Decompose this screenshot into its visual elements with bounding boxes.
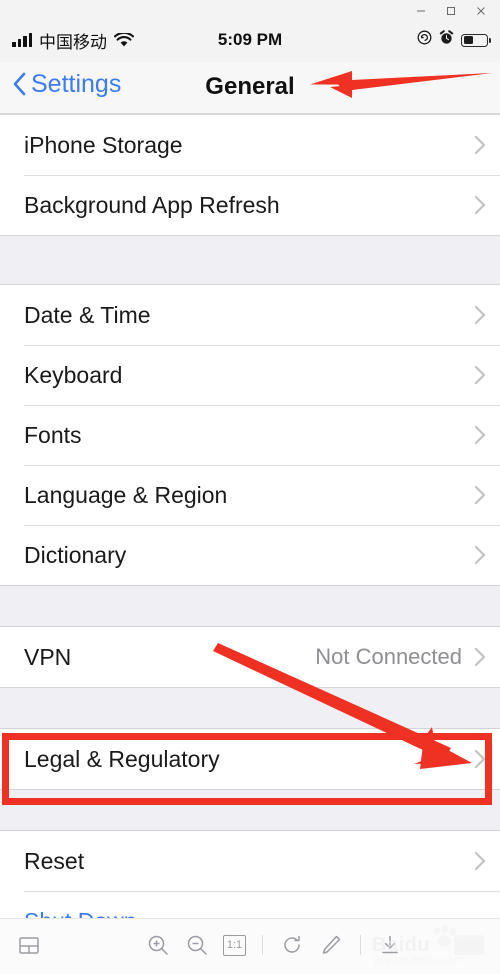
vpn-status-value: Not Connected — [315, 644, 462, 669]
list-item-label: Dictionary — [24, 541, 127, 568]
viewer-toolbar: 1:1 Baidu 经验 jingyan.baidu.com — [0, 918, 500, 974]
watermark-badge: 经验 — [454, 935, 484, 955]
chevron-right-icon — [474, 647, 486, 667]
list-item-date-time[interactable]: Date & Time — [0, 285, 500, 345]
chevron-right-icon — [474, 195, 486, 215]
zoom-in-icon[interactable] — [145, 932, 171, 958]
list-item-label: Fonts — [24, 421, 82, 448]
watermark-brand: Baidu — [372, 934, 431, 956]
list-item-label: Reset — [24, 847, 85, 874]
screen-layout-icon[interactable] — [16, 933, 42, 959]
list-item-vpn[interactable]: VPN Not Connected — [0, 627, 500, 687]
list-item-label: Background App Refresh — [24, 191, 280, 218]
battery-icon — [461, 33, 491, 47]
toolbar-divider — [262, 935, 263, 955]
rotation-lock-icon — [417, 30, 432, 50]
list-item-reset[interactable]: Reset — [0, 831, 500, 891]
chevron-right-icon — [474, 425, 486, 445]
list-item-label: Date & Time — [24, 301, 151, 328]
list-item-label: VPN — [24, 643, 72, 670]
list-item-keyboard[interactable]: Keyboard — [0, 345, 500, 405]
list-item-label: Legal & Regulatory — [24, 745, 220, 772]
chevron-right-icon — [474, 365, 486, 385]
list-item-language-region[interactable]: Language & Region — [0, 465, 500, 525]
list-item-iphone-storage[interactable]: iPhone Storage — [0, 115, 500, 175]
phone-viewport: 中国移动 5:09 PM Settings General iPhone Sto… — [0, 18, 500, 918]
page-title: General — [205, 73, 295, 100]
list-item-label: Language & Region — [24, 481, 228, 508]
zoom-out-icon[interactable] — [184, 932, 210, 958]
toolbar-buttons: 1:1 — [145, 932, 403, 958]
screenshot-root: 中国移动 5:09 PM Settings General iPhone Sto… — [0, 0, 500, 974]
chevron-right-icon — [474, 545, 486, 565]
rotate-icon[interactable] — [279, 932, 305, 958]
list-item-background-app-refresh[interactable]: Background App Refresh — [0, 175, 500, 235]
chevron-right-icon — [474, 305, 486, 325]
navigation-bar: Settings General — [0, 62, 500, 114]
settings-list[interactable]: iPhone Storage Background App Refresh Da… — [0, 114, 500, 918]
list-item-dictionary[interactable]: Dictionary — [0, 525, 500, 585]
settings-group-vpn: VPN Not Connected — [0, 626, 500, 688]
section-gap — [0, 688, 500, 728]
alarm-clock-icon — [439, 30, 454, 50]
list-item-legal-regulatory[interactable]: Legal & Regulatory — [0, 729, 500, 789]
list-item-label: iPhone Storage — [24, 131, 183, 158]
settings-group-storage: iPhone Storage Background App Refresh — [0, 114, 500, 236]
settings-group-reset: Reset Shut Down — [0, 830, 500, 918]
list-item-shut-down[interactable]: Shut Down — [0, 891, 500, 918]
list-item-fonts[interactable]: Fonts — [0, 405, 500, 465]
settings-group-localization: Date & Time Keyboard Fonts Language & Re… — [0, 284, 500, 586]
chevron-right-icon — [474, 135, 486, 155]
pencil-edit-icon[interactable] — [318, 932, 344, 958]
list-item-label: Keyboard — [24, 361, 123, 388]
chevron-right-icon — [474, 749, 486, 769]
actual-size-button[interactable]: 1:1 — [223, 934, 246, 956]
list-item-label: Shut Down — [24, 908, 486, 919]
baidu-watermark: Baidu 经验 jingyan.baidu.com — [366, 922, 492, 970]
status-bar-right — [417, 30, 491, 50]
watermark-url: jingyan.baidu.com — [374, 955, 464, 966]
section-gap — [0, 236, 500, 284]
section-gap — [0, 586, 500, 626]
ios-status-bar: 中国移动 5:09 PM — [0, 18, 500, 62]
chevron-right-icon — [474, 485, 486, 505]
section-gap — [0, 790, 500, 830]
toolbar-divider — [360, 935, 361, 955]
chevron-right-icon — [474, 851, 486, 871]
settings-group-legal: Legal & Regulatory — [0, 728, 500, 790]
